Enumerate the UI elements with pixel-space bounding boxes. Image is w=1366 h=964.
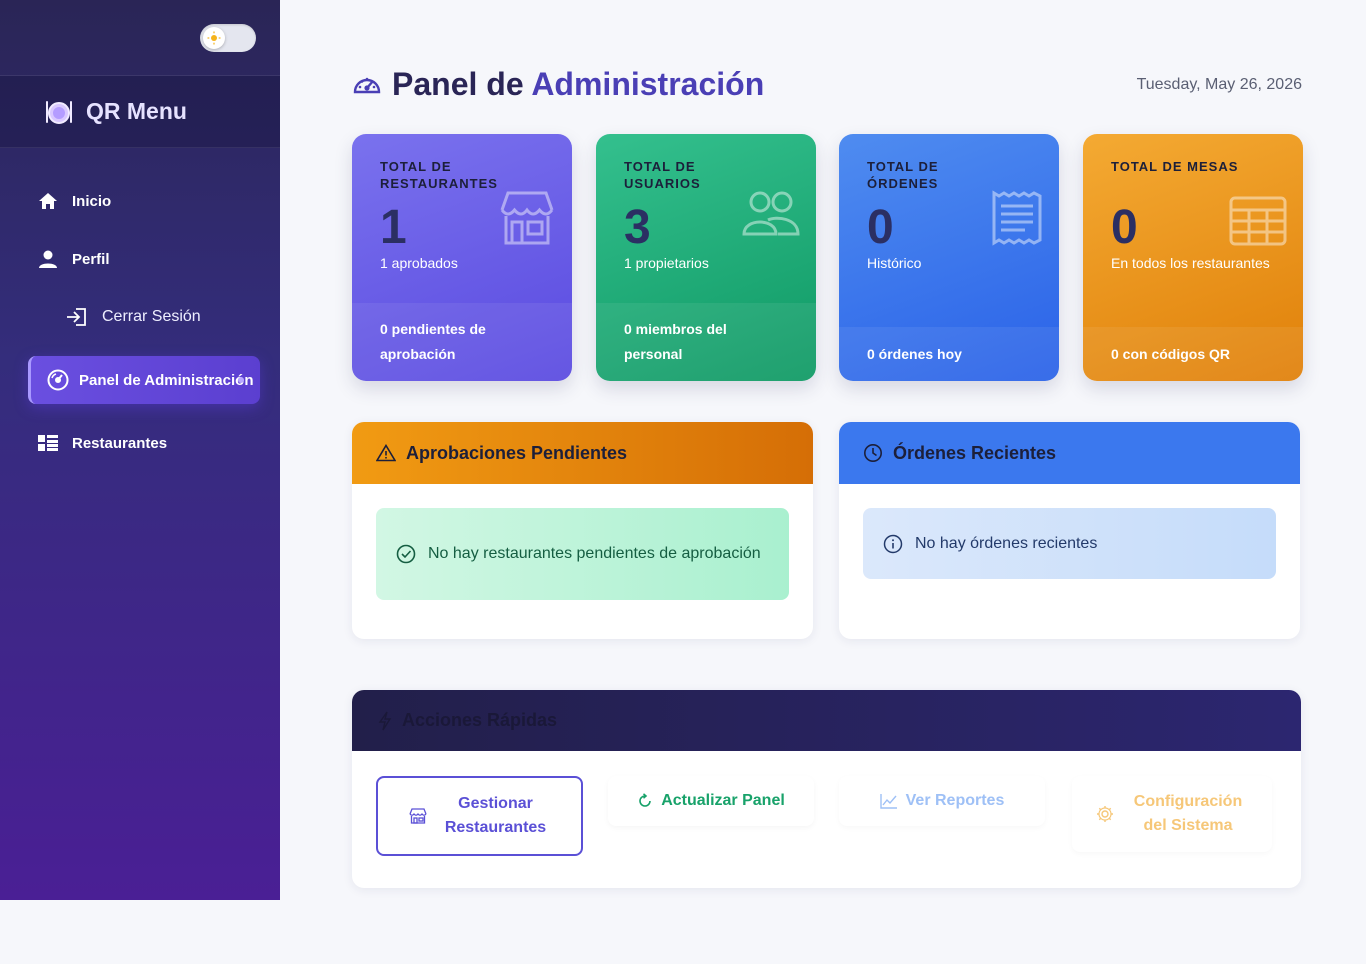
stat-value: 3 [624,201,651,254]
alert-message: No hay órdenes recientes [915,534,1098,552]
recent-orders-panel: Órdenes Recientes No hay órdenes recient… [839,422,1300,639]
stat-footer: 0 con códigos QR [1083,327,1303,381]
sidebar-top [0,0,280,76]
sidebar-item-label: Restaurantes [72,434,168,452]
stat-value: 0 [867,201,894,254]
sidebar-item-label: Cerrar Sesión [102,308,201,325]
stat-footer: 0 órdenes hoy [839,327,1059,381]
stat-footer: 0 pendientes de aprobación [352,303,572,381]
sidebar-nav: Inicio Perfil Cerrar Sesión Panel de Adm… [0,148,280,462]
check-circle-icon [396,544,416,564]
pending-approvals-panel: Aprobaciones Pendientes No hay restauran… [352,422,813,639]
manage-restaurants-button[interactable]: Gestionar Restaurantes [376,776,583,856]
dashboard-icon [47,369,69,391]
sidebar-item-perfil[interactable]: Perfil [0,240,280,278]
button-label: Gestionar Restaurantes [444,795,547,836]
table-icon [1229,190,1287,251]
view-reports-button[interactable]: Ver Reportes [839,776,1045,826]
sidebar: QR Menu Inicio Perfil Cerrar Sesión Pane… [0,0,280,900]
stat-card-orders: TOTAL DE ÓRDENES 0 Histórico 0 órdenes h… [839,134,1059,381]
warning-icon [376,444,396,462]
logout-icon [66,307,88,327]
panel-header: Acciones Rápidas [352,690,1301,751]
plate-cutlery-icon [44,98,74,126]
brand-name: QR Menu [86,98,187,124]
gear-icon [1096,805,1114,823]
users-icon [742,190,800,243]
stat-card-restaurants: TOTAL DE RESTAURANTES 1 1 aprobados 0 pe… [352,134,572,381]
dashboard-icon [352,72,382,96]
stat-sub: 1 aprobados [380,255,458,271]
stat-value: 0 [1111,201,1138,254]
stat-title: TOTAL DE ÓRDENES [867,159,939,191]
theme-toggle[interactable] [200,24,256,52]
sun-icon [203,27,225,49]
button-label: Configuración del Sistema [1133,793,1243,834]
list-icon [38,435,58,451]
refresh-panel-button[interactable]: Actualizar Panel [608,776,814,826]
stat-sub: Histórico [867,255,922,271]
sidebar-item-panel-admin[interactable]: Panel de Administración [28,356,260,404]
success-alert: No hay restaurantes pendientes de aproba… [376,508,789,600]
sidebar-item-label: Perfil [72,250,110,268]
stat-title: TOTAL DE USUARIOS [624,159,701,191]
chart-icon [879,793,898,809]
panel-header: Aprobaciones Pendientes [352,422,813,484]
info-alert: No hay órdenes recientes [863,508,1276,579]
page-title-accent: Administración [531,65,765,102]
stat-sub: 1 propietarios [624,255,709,271]
button-label: Actualizar Panel [661,792,785,809]
quick-actions-panel: Acciones Rápidas Gestionar Restaurantes … [352,690,1301,888]
page-title: Panel de Administración [392,66,764,103]
panel-title: Aprobaciones Pendientes [406,442,628,463]
panel-header: Órdenes Recientes [839,422,1300,484]
stat-footer: 0 miembros del personal [596,303,816,381]
sidebar-item-label: Inicio [72,192,112,210]
stat-sub: En todos los restaurantes [1111,255,1270,271]
home-icon [38,192,58,210]
current-date: Tuesday, May 26, 2026 [1136,76,1302,93]
sidebar-item-inicio[interactable]: Inicio [0,182,280,220]
page-title-main: Panel de [392,65,524,102]
bolt-icon [378,711,392,731]
sidebar-item-restaurantes[interactable]: Restaurantes [0,424,280,462]
stat-card-users: TOTAL DE USUARIOS 3 1 propietarios 0 mie… [596,134,816,381]
stats-cards: TOTAL DE RESTAURANTES 1 1 aprobados 0 pe… [352,134,1303,381]
sidebar-item-cerrar-sesion[interactable]: Cerrar Sesión [0,298,280,336]
stat-value: 1 [380,201,407,254]
panel-title: Acciones Rápidas [402,710,558,730]
brand[interactable]: QR Menu [0,76,280,148]
active-indicator [238,377,244,383]
info-icon [883,534,903,554]
refresh-icon [637,793,653,809]
store-icon [408,808,427,824]
store-icon [498,190,556,251]
clock-icon [863,443,883,463]
system-settings-button[interactable]: Configuración del Sistema [1072,776,1272,852]
user-icon [38,249,58,269]
alert-message: No hay restaurantes pendientes de aproba… [428,545,761,562]
stat-title: TOTAL DE RESTAURANTES [380,159,498,191]
sidebar-item-label: Panel de Administración [79,371,254,389]
button-label: Ver Reportes [905,792,1005,809]
panel-title: Órdenes Recientes [893,442,1057,463]
stat-title: TOTAL DE MESAS [1111,159,1239,174]
stat-card-tables: TOTAL DE MESAS 0 En todos los restaurant… [1083,134,1303,381]
receipt-icon [991,190,1043,251]
page-header: Panel de Administración Tuesday, May 26,… [352,62,1302,106]
